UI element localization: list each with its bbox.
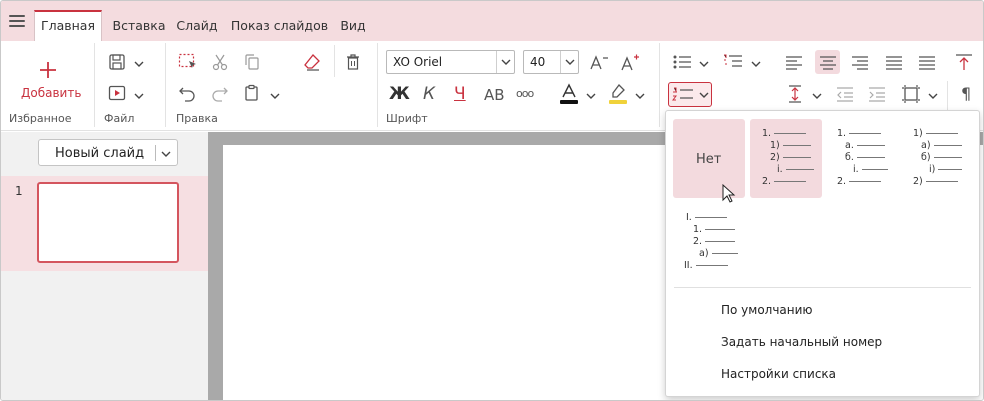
numbering-dropdown: Нет 1. 1) 2) i. 2. 1. a. б. i. 2. 1) a) … (665, 110, 980, 397)
group-label-font: Шрифт (386, 112, 428, 125)
bullets-icon[interactable] (671, 52, 693, 72)
slideshow-dropdown-chevron-icon[interactable] (134, 90, 144, 100)
highlight-marker-icon[interactable] (607, 82, 629, 106)
more-font-options-button[interactable]: ооо (516, 87, 534, 100)
bold-button[interactable]: Ж (389, 84, 410, 104)
group-label-edit: Правка (176, 112, 218, 125)
numbering-button[interactable] (668, 82, 712, 107)
align-left-icon[interactable] (783, 52, 805, 72)
mouse-cursor-icon (722, 183, 736, 207)
tab-home[interactable]: Главная (34, 10, 102, 41)
slide-number: 1 (15, 184, 23, 198)
delete-trash-icon[interactable] (343, 52, 363, 72)
bullets-chevron-icon[interactable] (699, 58, 709, 68)
slideshow-play-icon[interactable] (107, 83, 127, 103)
font-size-select[interactable]: 40 (523, 50, 579, 74)
paste-clipboard-icon[interactable] (242, 83, 262, 103)
numbering-option-2[interactable]: 1. a. б. i. 2. (827, 119, 899, 198)
group-label-favorites: Избранное (9, 112, 72, 125)
add-slide-button[interactable]: Добавить (21, 86, 81, 100)
numbering-icon (672, 85, 694, 108)
hamburger-menu-icon[interactable] (7, 13, 27, 29)
caps-button[interactable]: АВ (484, 86, 505, 104)
slide-thumbnail[interactable] (37, 182, 179, 263)
multilevel-list-chevron-icon[interactable] (751, 58, 761, 68)
tab-slide[interactable]: Слайд (173, 10, 221, 41)
font-size-chevron-icon[interactable] (560, 51, 578, 73)
save-dropdown-chevron-icon[interactable] (134, 58, 144, 68)
new-slide-label: Новый слайд (55, 146, 145, 161)
numbering-option-3[interactable]: 1) a) б) i) 2) (903, 119, 975, 198)
numbering-option-none[interactable]: Нет (673, 119, 745, 203)
paragraph-marks-icon[interactable]: ¶ (961, 84, 971, 103)
increase-font-size-icon[interactable] (619, 51, 641, 73)
app-window: Главная Вставка Слайд Показ слайдов Вид … (0, 0, 984, 401)
numbering-option-none-label: Нет (696, 152, 722, 167)
decrease-font-size-icon[interactable] (588, 52, 610, 72)
justify-icon[interactable] (883, 52, 905, 72)
line-spacing-chevron-icon[interactable] (812, 90, 822, 100)
font-family-value: XO Oriel (393, 55, 443, 69)
separator (947, 81, 948, 111)
numbering-option-1[interactable]: 1. 1) 2) i. 2. (750, 119, 822, 198)
separator (659, 43, 660, 127)
multilevel-list-icon[interactable] (722, 52, 744, 72)
align-top-icon[interactable] (953, 52, 975, 72)
numbering-option-4[interactable]: I. 1. 2. a) II. (673, 206, 745, 285)
font-family-select[interactable]: XO Oriel (386, 50, 515, 74)
align-center-icon[interactable] (815, 50, 840, 74)
slide-list-item[interactable]: 1 (1, 176, 208, 271)
menu-item-set-start-number[interactable]: Задать начальный номер (721, 335, 882, 349)
text-box-margins-chevron-icon[interactable] (928, 90, 938, 100)
separator (377, 43, 378, 127)
cut-scissors-icon[interactable] (210, 52, 230, 72)
new-slide-button[interactable]: Новый слайд (38, 139, 178, 166)
save-icon[interactable] (107, 52, 127, 72)
tab-slideshow[interactable]: Показ слайдов (228, 10, 331, 41)
menu-item-list-settings[interactable]: Настройки списка (721, 367, 836, 381)
font-color-chevron-icon[interactable] (586, 90, 596, 100)
decrease-indent-icon[interactable] (834, 83, 856, 105)
separator (165, 43, 166, 127)
undo-icon[interactable] (177, 83, 197, 103)
numbering-chevron-icon[interactable] (699, 89, 711, 101)
line-spacing-icon[interactable] (784, 83, 806, 105)
text-box-margins-icon[interactable] (900, 83, 922, 105)
menu-item-default[interactable]: По умолчанию (721, 303, 813, 317)
separator (94, 43, 95, 127)
separator (674, 287, 971, 288)
separator (155, 145, 156, 161)
italic-button[interactable]: К (423, 84, 435, 104)
distribute-icon[interactable] (916, 52, 938, 72)
tab-view[interactable]: Вид (334, 10, 372, 41)
new-slide-chevron-icon[interactable] (161, 148, 171, 162)
separator (334, 45, 335, 77)
slides-panel: Новый слайд 1 (1, 132, 208, 400)
highlight-chevron-icon[interactable] (635, 90, 645, 100)
increase-indent-icon[interactable] (866, 83, 888, 105)
redo-icon[interactable] (210, 83, 230, 103)
add-slide-plus-icon[interactable] (37, 59, 59, 81)
align-right-icon[interactable] (849, 52, 871, 72)
tab-insert[interactable]: Вставка (107, 10, 171, 41)
font-family-chevron-icon[interactable] (496, 51, 514, 73)
group-label-file: Файл (104, 112, 135, 125)
tab-bar: Главная Вставка Слайд Показ слайдов Вид (1, 1, 983, 41)
underline-button[interactable]: Ч (454, 84, 466, 104)
copy-icon[interactable] (242, 52, 262, 72)
font-color-icon[interactable] (558, 82, 580, 106)
select-icon[interactable] (177, 52, 199, 72)
font-size-value: 40 (530, 55, 546, 69)
eraser-icon[interactable] (302, 52, 322, 72)
paste-dropdown-chevron-icon[interactable] (270, 90, 280, 100)
